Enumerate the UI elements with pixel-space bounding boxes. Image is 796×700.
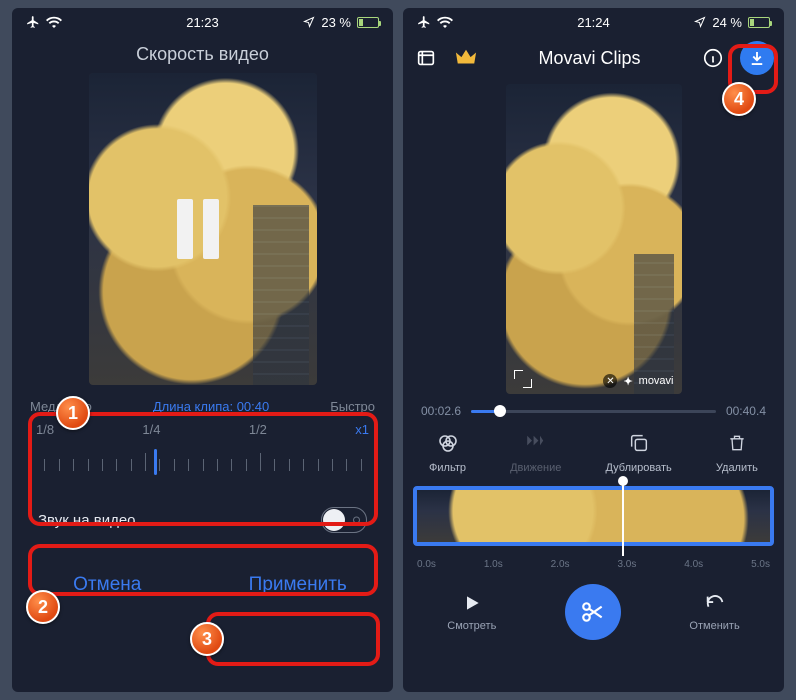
time-current: 00:02.6	[421, 404, 461, 418]
expand-icon[interactable]	[514, 370, 532, 388]
video-preview[interactable]	[89, 73, 317, 385]
pause-icon[interactable]	[177, 199, 229, 259]
undo-button[interactable]: Отменить	[689, 592, 739, 632]
annotation-badge-4: 4	[722, 82, 756, 116]
bottom-controls: Смотреть Отменить	[403, 570, 784, 646]
battery-percent: 24 %	[712, 15, 742, 30]
annotation-badge-3: 3	[190, 622, 224, 656]
annotation-box-1	[28, 412, 378, 526]
app-title: Movavi Clips	[493, 48, 686, 69]
airplane-icon	[26, 15, 40, 29]
playhead[interactable]	[622, 480, 624, 556]
time-scrubber[interactable]: 00:02.6 00:40.4	[403, 394, 784, 424]
phone-right: 21:24 24 % Movavi Clips ✕ ✦ movavi	[403, 8, 784, 692]
timeline[interactable]: 0.0s1.0s2.0s3.0s4.0s5.0s	[413, 486, 774, 570]
app-header: Movavi Clips	[403, 36, 784, 80]
phone-left: 21:23 23 % Скорость видео Медленно Длина…	[12, 8, 393, 692]
battery-icon	[748, 17, 770, 28]
tool-duplicate[interactable]: Дублировать	[605, 430, 671, 474]
tool-row: Фильтр Движение Дублировать Удалить	[403, 424, 784, 484]
close-icon[interactable]: ✕	[603, 374, 617, 388]
crown-icon[interactable]	[453, 45, 479, 71]
speed-title: Скорость видео	[12, 44, 393, 65]
location-icon	[694, 16, 706, 28]
status-bar: 21:23 23 %	[12, 8, 393, 36]
time-total: 00:40.4	[726, 404, 766, 418]
annotation-badge-1: 1	[56, 396, 90, 430]
editor-preview[interactable]: ✕ ✦ movavi	[506, 84, 682, 394]
play-button[interactable]: Смотреть	[447, 592, 496, 632]
tool-motion: Движение	[510, 430, 561, 474]
wifi-icon	[437, 16, 453, 28]
tool-delete[interactable]: Удалить	[716, 430, 758, 474]
location-icon	[303, 16, 315, 28]
info-icon[interactable]	[700, 45, 726, 71]
battery-icon	[357, 17, 379, 28]
wifi-icon	[46, 16, 62, 28]
annotation-box-2	[28, 544, 378, 596]
watermark[interactable]: ✕ ✦ movavi	[603, 374, 673, 388]
time-ticks: 0.0s1.0s2.0s3.0s4.0s5.0s	[417, 559, 770, 570]
battery-percent: 23 %	[321, 15, 351, 30]
tool-filter[interactable]: Фильтр	[429, 430, 466, 474]
airplane-icon	[417, 15, 431, 29]
status-bar: 21:24 24 %	[403, 8, 784, 36]
status-time: 21:23	[186, 15, 219, 30]
cut-button[interactable]	[565, 584, 621, 640]
annotation-badge-2: 2	[26, 590, 60, 624]
status-time: 21:24	[577, 15, 610, 30]
annotation-box-3	[206, 612, 380, 666]
projects-icon[interactable]	[413, 45, 439, 71]
